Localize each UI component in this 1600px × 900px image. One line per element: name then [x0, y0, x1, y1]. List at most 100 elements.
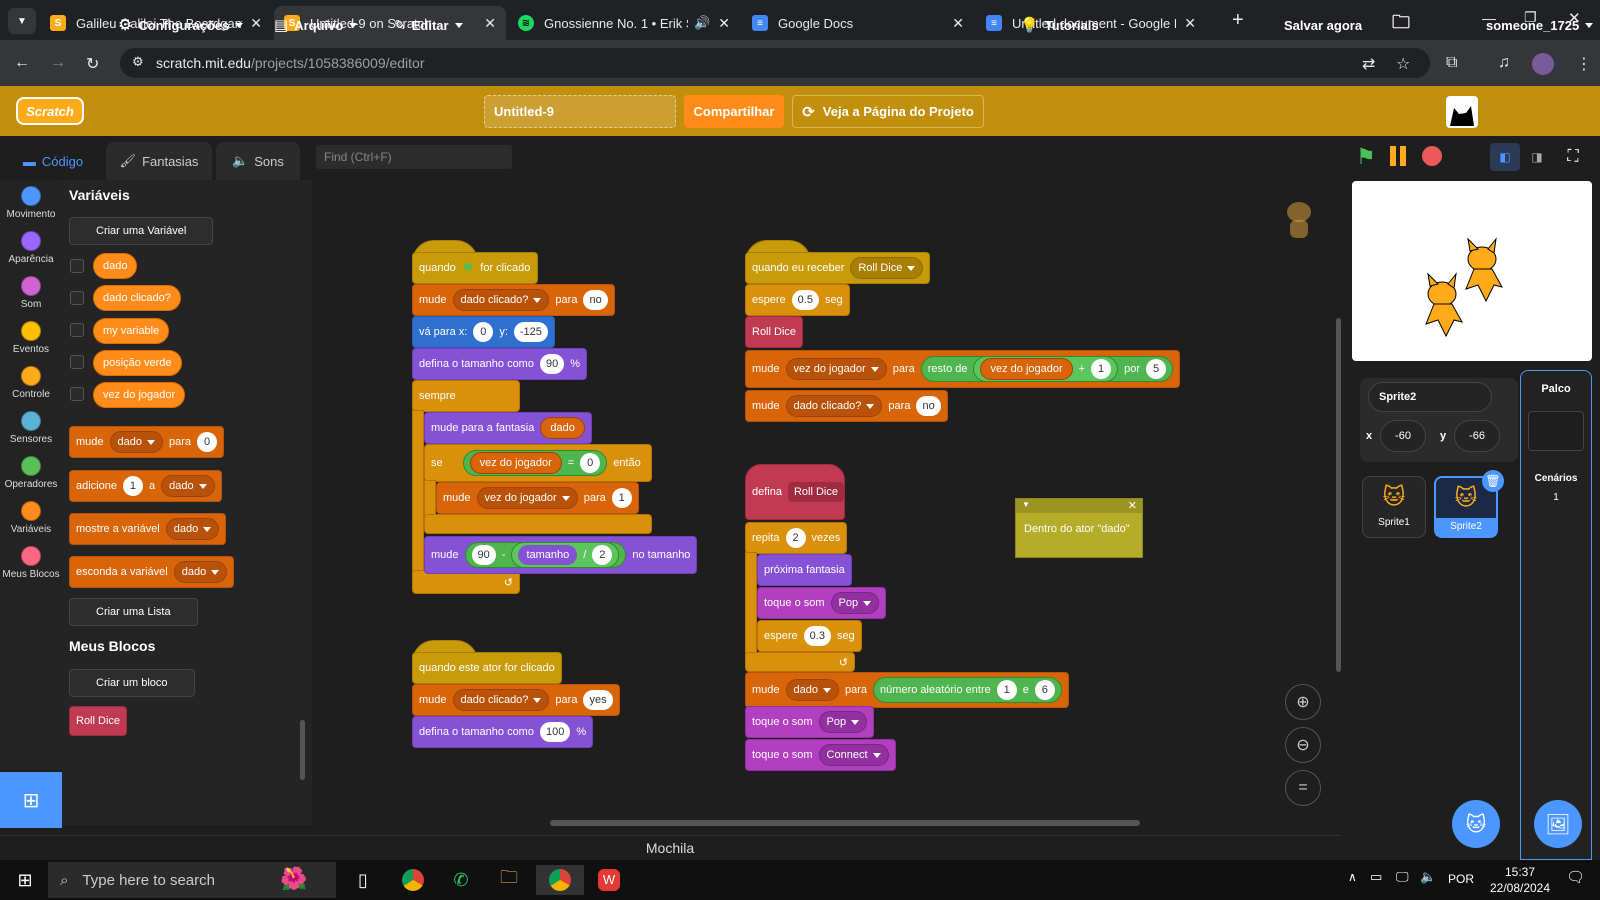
- new-tab-icon[interactable]: +: [1232, 9, 1244, 32]
- bookmark-star-icon[interactable]: ☆: [1396, 54, 1410, 74]
- variable-checkbox[interactable]: [70, 387, 84, 401]
- whatsapp-icon[interactable]: ✆: [446, 865, 476, 895]
- file-menu[interactable]: ▤ Arquivo: [274, 0, 358, 50]
- sound-dropdown[interactable]: Pop: [818, 711, 868, 733]
- value-input[interactable]: 6: [1034, 680, 1055, 700]
- backpack-bar[interactable]: Mochila: [0, 835, 1340, 859]
- small-stage-button[interactable]: ◧: [1490, 143, 1520, 171]
- palette-custom-block-roll-dice[interactable]: Roll Dice: [69, 706, 128, 736]
- tab-google-docs[interactable]: ≡ Google Docs ✕: [742, 6, 974, 40]
- value-input[interactable]: 2: [592, 545, 613, 565]
- reload-icon[interactable]: ↻: [86, 54, 99, 74]
- language-indicator[interactable]: POR: [1448, 872, 1474, 886]
- seconds-input[interactable]: 0.5: [791, 290, 819, 310]
- palette-scrollbar[interactable]: [300, 720, 305, 780]
- choose-sprite-button[interactable]: 🐱: [1452, 800, 1500, 848]
- zoom-out-button[interactable]: ⊖: [1285, 727, 1321, 763]
- variable-reporter[interactable]: vez do jogador: [469, 452, 562, 474]
- back-icon[interactable]: ←: [14, 54, 30, 72]
- fullscreen-button[interactable]: ⛶: [1558, 143, 1588, 171]
- category-motion[interactable]: Movimento: [0, 186, 62, 220]
- next-costume-block[interactable]: próxima fantasia: [757, 554, 852, 586]
- trash-icon[interactable]: 🗑: [1482, 470, 1504, 492]
- set-dado-clicado-yes-block[interactable]: mude dado clicado? para yes: [412, 684, 620, 716]
- value-input[interactable]: 1: [611, 488, 632, 508]
- pause-icon[interactable]: [1388, 146, 1408, 166]
- collapse-icon[interactable]: ▼: [1022, 500, 1030, 509]
- divide-operator[interactable]: tamanho / 2: [511, 542, 620, 568]
- variable-dropdown[interactable]: dado clicado?: [452, 689, 550, 711]
- value-input[interactable]: 5: [1146, 359, 1166, 379]
- wait-block[interactable]: espere 0.5 seg: [745, 284, 850, 316]
- sprite-thumbnail-sprite1[interactable]: 🐱 Sprite1: [1362, 476, 1426, 538]
- make-list-button[interactable]: Criar uma Lista: [69, 598, 198, 626]
- when-i-receive-block[interactable]: quando eu receber Roll Dice: [745, 252, 931, 284]
- variable-dropdown[interactable]: dado: [173, 561, 228, 583]
- variable-reporter[interactable]: dado: [540, 417, 585, 439]
- close-icon[interactable]: ✕: [718, 15, 730, 32]
- see-project-page-button[interactable]: ⟳ Veja a Página do Projeto: [792, 95, 984, 128]
- variable-dropdown[interactable]: dado: [165, 518, 220, 540]
- extensions-icon[interactable]: ⧉: [1446, 54, 1457, 72]
- network-icon[interactable]: ▭: [1370, 869, 1382, 885]
- variable-reporter-dado[interactable]: dado: [93, 253, 138, 279]
- custom-block-name[interactable]: Roll Dice: [787, 482, 844, 502]
- times-input[interactable]: 2: [785, 528, 806, 548]
- value-input[interactable]: 1: [996, 680, 1017, 700]
- zoom-in-button[interactable]: ⊕: [1285, 684, 1321, 720]
- set-dado-clicado-no-block[interactable]: mude dado clicado? para no: [745, 390, 948, 422]
- stage-selector[interactable]: Palco Cenários 1: [1520, 370, 1592, 860]
- edit-menu[interactable]: ✎ Editar: [394, 0, 463, 50]
- sprite-x-input[interactable]: -60: [1380, 420, 1426, 452]
- value-input[interactable]: 0: [580, 453, 601, 473]
- palette-hide-variable-block[interactable]: esconda a variável dado: [69, 556, 235, 588]
- close-icon[interactable]: ✕: [250, 15, 262, 32]
- variable-checkbox[interactable]: [70, 291, 84, 305]
- variable-dropdown[interactable]: vez do jogador: [476, 487, 578, 509]
- variable-reporter-posicao-verde[interactable]: posição verde: [93, 350, 182, 376]
- play-sound-block[interactable]: toque o som Pop: [757, 587, 887, 619]
- value-input[interactable]: 90: [471, 545, 496, 565]
- variable-dropdown[interactable]: dado: [109, 431, 164, 453]
- variable-checkbox[interactable]: [70, 355, 84, 369]
- call-roll-dice-block[interactable]: Roll Dice: [745, 316, 804, 348]
- variable-dropdown[interactable]: dado clicado?: [452, 289, 550, 311]
- project-title-input[interactable]: Untitled-9: [484, 95, 676, 128]
- palette-set-variable-block[interactable]: mude dado para 0: [69, 426, 225, 458]
- change-size-block[interactable]: mude 90 - tamanho / 2 no tamanho: [424, 536, 698, 574]
- palette-change-variable-block[interactable]: adicione 1 a dado: [69, 470, 222, 502]
- address-bar[interactable]: ⚙ scratch.mit.edu/projects/1058386009/ed…: [120, 48, 1430, 78]
- define-roll-dice-block[interactable]: defina Roll Dice: [745, 464, 845, 520]
- if-then-block[interactable]: se vez do jogador = 0 então: [424, 444, 652, 482]
- value-input[interactable]: 0: [197, 432, 218, 452]
- x-input[interactable]: 0: [473, 322, 494, 342]
- repeat-block[interactable]: repita 2 vezes: [745, 522, 848, 554]
- user-avatar[interactable]: [1446, 96, 1478, 128]
- mod-operator[interactable]: resto de vez do jogador + 1 por 5: [920, 356, 1173, 382]
- sprite-thumbnail-sprite2[interactable]: 🐱 Sprite2 🗑: [1434, 470, 1504, 538]
- display-icon[interactable]: 🖵: [1396, 869, 1409, 885]
- volume-icon[interactable]: 🔈: [1420, 869, 1436, 885]
- set-size-block[interactable]: defina o tamanho como 90 %: [412, 348, 587, 380]
- sound-dropdown[interactable]: Pop: [830, 592, 880, 614]
- file-explorer-icon[interactable]: 🗀: [494, 865, 524, 895]
- category-variables[interactable]: Variáveis: [0, 501, 62, 535]
- set-vez-do-jogador-block[interactable]: mude vez do jogador para 1: [436, 482, 639, 514]
- windows-start-icon[interactable]: ⊞: [10, 865, 40, 895]
- choose-backdrop-button[interactable]: 🖼: [1534, 800, 1582, 848]
- comment-header[interactable]: ▼ ✕: [1016, 499, 1142, 513]
- variable-dropdown[interactable]: vez do jogador: [785, 358, 887, 380]
- save-now-button[interactable]: Salvar agora: [1284, 0, 1362, 50]
- palette-show-variable-block[interactable]: mostre a variável dado: [69, 513, 227, 545]
- large-stage-button[interactable]: ◨: [1522, 143, 1552, 171]
- play-sound-block[interactable]: toque o som Pop: [745, 706, 875, 738]
- category-events[interactable]: Eventos: [0, 321, 62, 355]
- taskbar-search-box[interactable]: ⌕ Type here to search 🌺: [48, 862, 336, 898]
- account-menu[interactable]: someone_1725: [1486, 0, 1594, 50]
- close-icon[interactable]: ✕: [952, 15, 964, 32]
- stage-canvas[interactable]: [1352, 181, 1592, 361]
- sprite-name-input[interactable]: Sprite2: [1368, 382, 1492, 412]
- variable-dropdown[interactable]: dado clicado?: [785, 395, 883, 417]
- scratch-logo[interactable]: Scratch: [16, 97, 84, 125]
- variable-reporter-dado-clicado[interactable]: dado clicado?: [93, 285, 181, 311]
